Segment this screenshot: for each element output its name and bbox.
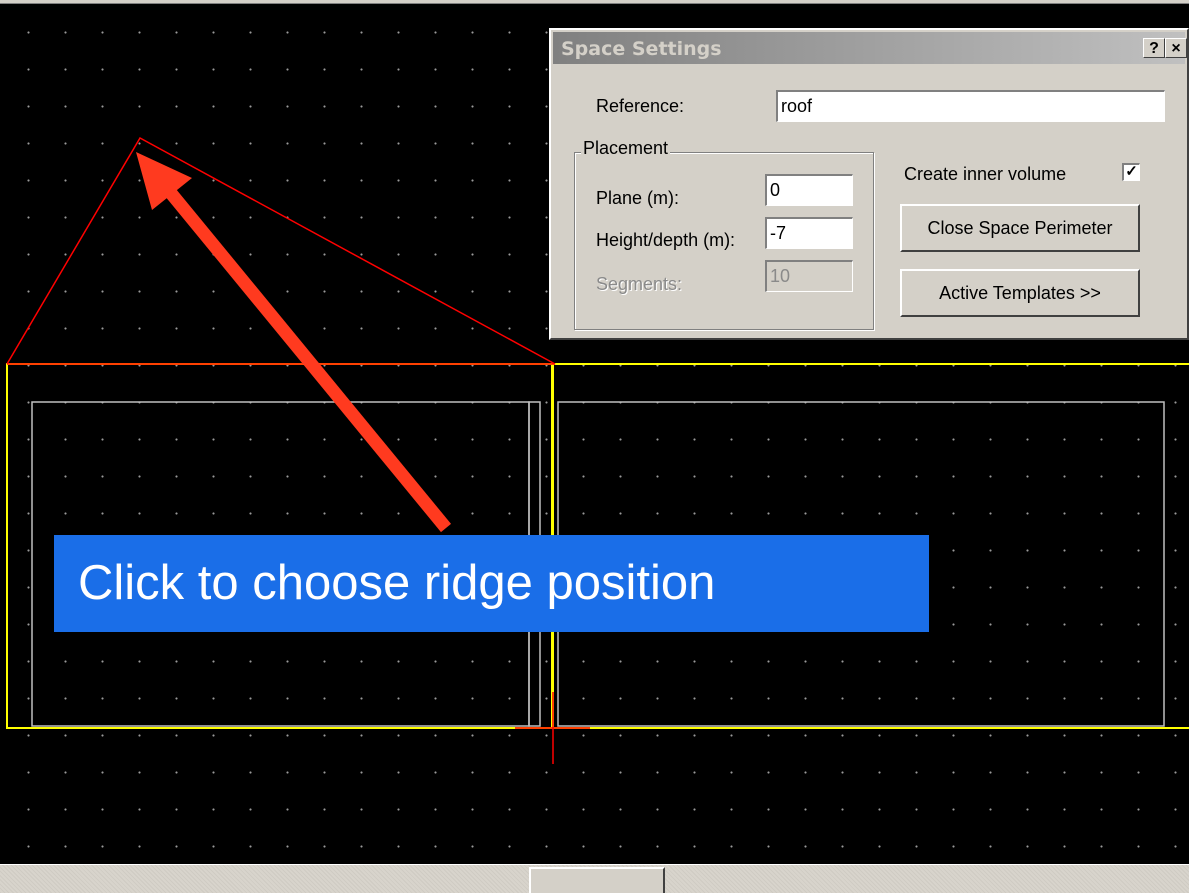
dialog-title: Space Settings	[561, 38, 722, 60]
close-space-perimeter-button[interactable]: Close Space Perimeter	[900, 204, 1140, 252]
plane-label: Plane (m):	[596, 188, 680, 208]
create-inner-volume-checkbox[interactable]: ✓	[1122, 163, 1140, 181]
help-button[interactable]: ?	[1143, 38, 1165, 58]
close-icon[interactable]: ×	[1165, 38, 1187, 58]
instruction-callout: Click to choose ridge position	[54, 535, 929, 632]
reference-label: Reference:	[596, 96, 685, 116]
checkmark-icon: ✓	[1125, 163, 1138, 180]
space-settings-dialog: Space Settings ? × Reference: roof Place…	[549, 28, 1189, 340]
placement-group-label: Placement	[581, 138, 671, 159]
height-depth-input[interactable]: -7	[765, 217, 853, 249]
plane-input[interactable]: 0	[765, 174, 853, 206]
status-bar-tab[interactable]	[529, 867, 665, 893]
segments-label: Segments:	[596, 274, 683, 294]
active-templates-button[interactable]: Active Templates >>	[900, 269, 1140, 317]
pointer-arrow-icon	[136, 152, 452, 533]
dialog-titlebar[interactable]: Space Settings ? ×	[553, 32, 1187, 64]
segments-input: 10	[765, 260, 853, 292]
height-depth-label: Height/depth (m):	[596, 230, 736, 250]
reference-input[interactable]: roof	[776, 90, 1165, 122]
crosshair-cursor-icon	[515, 692, 590, 764]
status-bar	[0, 864, 1189, 893]
create-inner-volume-label: Create inner volume	[904, 164, 1067, 184]
